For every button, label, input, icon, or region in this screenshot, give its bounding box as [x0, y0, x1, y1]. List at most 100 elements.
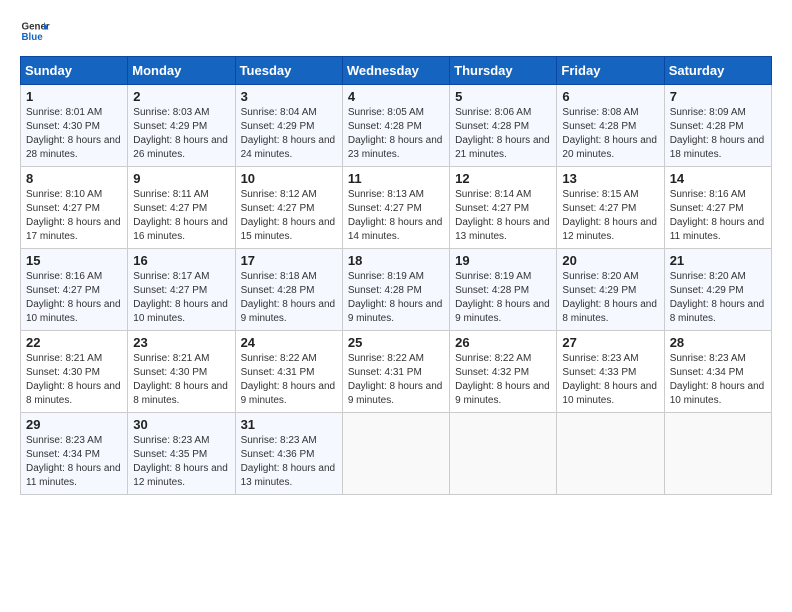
day-info: Sunrise: 8:23 AMSunset: 4:34 PMDaylight:…	[670, 352, 766, 408]
day-cell: 26 Sunrise: 8:22 AMSunset: 4:32 PMDaylig…	[450, 331, 557, 413]
day-cell: 4 Sunrise: 8:05 AMSunset: 4:28 PMDayligh…	[342, 85, 449, 167]
day-cell: 8 Sunrise: 8:10 AMSunset: 4:27 PMDayligh…	[21, 167, 128, 249]
day-number: 12	[455, 171, 551, 186]
header-row: SundayMondayTuesdayWednesdayThursdayFrid…	[21, 57, 772, 85]
day-number: 23	[133, 335, 229, 350]
day-cell: 10 Sunrise: 8:12 AMSunset: 4:27 PMDaylig…	[235, 167, 342, 249]
day-cell: 3 Sunrise: 8:04 AMSunset: 4:29 PMDayligh…	[235, 85, 342, 167]
day-number: 26	[455, 335, 551, 350]
week-row-1: 1 Sunrise: 8:01 AMSunset: 4:30 PMDayligh…	[21, 85, 772, 167]
day-number: 10	[241, 171, 337, 186]
day-info: Sunrise: 8:23 AMSunset: 4:34 PMDaylight:…	[26, 434, 122, 490]
day-cell: 6 Sunrise: 8:08 AMSunset: 4:28 PMDayligh…	[557, 85, 664, 167]
day-number: 2	[133, 89, 229, 104]
header-cell-thursday: Thursday	[450, 57, 557, 85]
day-cell: 22 Sunrise: 8:21 AMSunset: 4:30 PMDaylig…	[21, 331, 128, 413]
day-number: 15	[26, 253, 122, 268]
day-info: Sunrise: 8:18 AMSunset: 4:28 PMDaylight:…	[241, 270, 337, 326]
day-info: Sunrise: 8:19 AMSunset: 4:28 PMDaylight:…	[348, 270, 444, 326]
day-number: 21	[670, 253, 766, 268]
day-cell: 12 Sunrise: 8:14 AMSunset: 4:27 PMDaylig…	[450, 167, 557, 249]
day-number: 29	[26, 417, 122, 432]
day-cell: 30 Sunrise: 8:23 AMSunset: 4:35 PMDaylig…	[128, 413, 235, 495]
day-number: 6	[562, 89, 658, 104]
day-cell: 27 Sunrise: 8:23 AMSunset: 4:33 PMDaylig…	[557, 331, 664, 413]
day-cell: 29 Sunrise: 8:23 AMSunset: 4:34 PMDaylig…	[21, 413, 128, 495]
day-info: Sunrise: 8:23 AMSunset: 4:33 PMDaylight:…	[562, 352, 658, 408]
day-number: 25	[348, 335, 444, 350]
day-number: 13	[562, 171, 658, 186]
day-info: Sunrise: 8:03 AMSunset: 4:29 PMDaylight:…	[133, 106, 229, 162]
day-info: Sunrise: 8:22 AMSunset: 4:31 PMDaylight:…	[241, 352, 337, 408]
day-info: Sunrise: 8:08 AMSunset: 4:28 PMDaylight:…	[562, 106, 658, 162]
day-info: Sunrise: 8:21 AMSunset: 4:30 PMDaylight:…	[133, 352, 229, 408]
header-cell-monday: Monday	[128, 57, 235, 85]
day-cell: 19 Sunrise: 8:19 AMSunset: 4:28 PMDaylig…	[450, 249, 557, 331]
header-cell-wednesday: Wednesday	[342, 57, 449, 85]
day-info: Sunrise: 8:04 AMSunset: 4:29 PMDaylight:…	[241, 106, 337, 162]
day-cell: 21 Sunrise: 8:20 AMSunset: 4:29 PMDaylig…	[664, 249, 771, 331]
day-cell: 20 Sunrise: 8:20 AMSunset: 4:29 PMDaylig…	[557, 249, 664, 331]
day-number: 11	[348, 171, 444, 186]
day-cell: 25 Sunrise: 8:22 AMSunset: 4:31 PMDaylig…	[342, 331, 449, 413]
day-cell: 23 Sunrise: 8:21 AMSunset: 4:30 PMDaylig…	[128, 331, 235, 413]
day-info: Sunrise: 8:21 AMSunset: 4:30 PMDaylight:…	[26, 352, 122, 408]
day-cell	[664, 413, 771, 495]
day-info: Sunrise: 8:12 AMSunset: 4:27 PMDaylight:…	[241, 188, 337, 244]
calendar-table: SundayMondayTuesdayWednesdayThursdayFrid…	[20, 56, 772, 495]
day-info: Sunrise: 8:20 AMSunset: 4:29 PMDaylight:…	[670, 270, 766, 326]
day-info: Sunrise: 8:15 AMSunset: 4:27 PMDaylight:…	[562, 188, 658, 244]
day-info: Sunrise: 8:22 AMSunset: 4:32 PMDaylight:…	[455, 352, 551, 408]
day-number: 18	[348, 253, 444, 268]
day-cell	[557, 413, 664, 495]
day-number: 24	[241, 335, 337, 350]
header-cell-saturday: Saturday	[664, 57, 771, 85]
day-cell: 1 Sunrise: 8:01 AMSunset: 4:30 PMDayligh…	[21, 85, 128, 167]
day-number: 16	[133, 253, 229, 268]
day-number: 3	[241, 89, 337, 104]
week-row-4: 22 Sunrise: 8:21 AMSunset: 4:30 PMDaylig…	[21, 331, 772, 413]
day-cell: 5 Sunrise: 8:06 AMSunset: 4:28 PMDayligh…	[450, 85, 557, 167]
day-number: 28	[670, 335, 766, 350]
day-info: Sunrise: 8:05 AMSunset: 4:28 PMDaylight:…	[348, 106, 444, 162]
day-number: 22	[26, 335, 122, 350]
day-number: 4	[348, 89, 444, 104]
day-info: Sunrise: 8:09 AMSunset: 4:28 PMDaylight:…	[670, 106, 766, 162]
day-cell: 11 Sunrise: 8:13 AMSunset: 4:27 PMDaylig…	[342, 167, 449, 249]
logo-icon: General Blue	[20, 16, 50, 46]
day-number: 8	[26, 171, 122, 186]
header-cell-tuesday: Tuesday	[235, 57, 342, 85]
day-cell	[450, 413, 557, 495]
day-info: Sunrise: 8:13 AMSunset: 4:27 PMDaylight:…	[348, 188, 444, 244]
day-number: 17	[241, 253, 337, 268]
day-number: 5	[455, 89, 551, 104]
day-cell: 28 Sunrise: 8:23 AMSunset: 4:34 PMDaylig…	[664, 331, 771, 413]
day-number: 7	[670, 89, 766, 104]
header-cell-friday: Friday	[557, 57, 664, 85]
day-cell: 7 Sunrise: 8:09 AMSunset: 4:28 PMDayligh…	[664, 85, 771, 167]
day-info: Sunrise: 8:23 AMSunset: 4:36 PMDaylight:…	[241, 434, 337, 490]
day-number: 27	[562, 335, 658, 350]
day-info: Sunrise: 8:06 AMSunset: 4:28 PMDaylight:…	[455, 106, 551, 162]
day-number: 1	[26, 89, 122, 104]
day-cell: 31 Sunrise: 8:23 AMSunset: 4:36 PMDaylig…	[235, 413, 342, 495]
week-row-5: 29 Sunrise: 8:23 AMSunset: 4:34 PMDaylig…	[21, 413, 772, 495]
day-cell: 17 Sunrise: 8:18 AMSunset: 4:28 PMDaylig…	[235, 249, 342, 331]
day-number: 9	[133, 171, 229, 186]
day-cell: 14 Sunrise: 8:16 AMSunset: 4:27 PMDaylig…	[664, 167, 771, 249]
day-cell: 13 Sunrise: 8:15 AMSunset: 4:27 PMDaylig…	[557, 167, 664, 249]
day-cell: 18 Sunrise: 8:19 AMSunset: 4:28 PMDaylig…	[342, 249, 449, 331]
day-number: 20	[562, 253, 658, 268]
day-number: 19	[455, 253, 551, 268]
day-cell: 2 Sunrise: 8:03 AMSunset: 4:29 PMDayligh…	[128, 85, 235, 167]
page-header: General Blue	[20, 16, 772, 46]
day-number: 30	[133, 417, 229, 432]
day-cell: 15 Sunrise: 8:16 AMSunset: 4:27 PMDaylig…	[21, 249, 128, 331]
day-info: Sunrise: 8:16 AMSunset: 4:27 PMDaylight:…	[670, 188, 766, 244]
day-info: Sunrise: 8:01 AMSunset: 4:30 PMDaylight:…	[26, 106, 122, 162]
svg-text:Blue: Blue	[22, 32, 44, 43]
week-row-2: 8 Sunrise: 8:10 AMSunset: 4:27 PMDayligh…	[21, 167, 772, 249]
day-cell: 24 Sunrise: 8:22 AMSunset: 4:31 PMDaylig…	[235, 331, 342, 413]
day-info: Sunrise: 8:17 AMSunset: 4:27 PMDaylight:…	[133, 270, 229, 326]
day-number: 31	[241, 417, 337, 432]
